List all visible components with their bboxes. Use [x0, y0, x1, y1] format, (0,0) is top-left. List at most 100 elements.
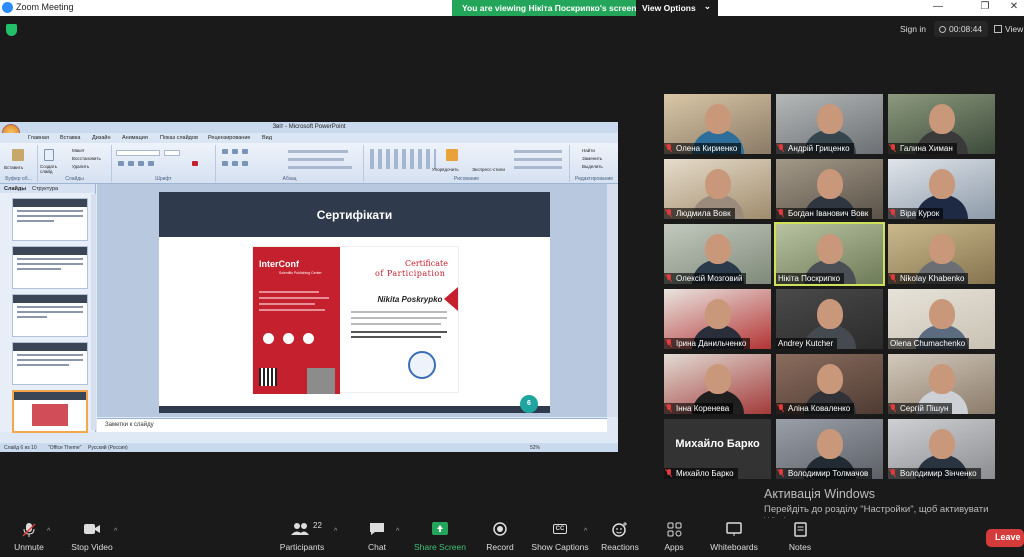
- notes-label: Notes: [788, 542, 812, 552]
- shape-effects-line[interactable]: [514, 166, 562, 169]
- numbering-icon[interactable]: [232, 149, 238, 154]
- cert-text-line: [351, 323, 441, 325]
- ribbon-group-font: Шрифт: [112, 145, 216, 182]
- participant-tile[interactable]: Ірина Данильченко: [664, 289, 771, 349]
- participant-tile[interactable]: Andrey Kutcher: [776, 289, 883, 349]
- slide-thumbnail-selected[interactable]: [12, 390, 88, 433]
- slides-pane-scrollbar[interactable]: [91, 194, 96, 430]
- participant-tile[interactable]: Андрій Гриценко: [776, 94, 883, 154]
- participant-tile[interactable]: Інна Коренева: [664, 354, 771, 414]
- reset-button[interactable]: Восстановить: [72, 156, 101, 161]
- participant-nameplate: Олексій Мозговий: [664, 273, 747, 284]
- italic-icon[interactable]: [128, 161, 134, 166]
- shape-fill-line[interactable]: [514, 150, 562, 153]
- participant-tile[interactable]: Олексій Мозговий: [664, 224, 771, 284]
- slide-vertical-scrollbar[interactable]: [607, 184, 618, 417]
- tab-home[interactable]: Главная: [28, 135, 49, 141]
- apps-button[interactable]: Apps: [660, 522, 688, 552]
- delete-slide-button[interactable]: Удалить: [72, 164, 89, 169]
- indent-icon[interactable]: [242, 149, 248, 154]
- find-button[interactable]: Найти: [582, 148, 595, 153]
- font-size-select[interactable]: [164, 150, 180, 156]
- tab-slides[interactable]: Слайды: [4, 186, 26, 192]
- view-options-button[interactable]: View Options ⌄: [636, 0, 718, 16]
- show-captions-button[interactable]: CC Show Captions: [530, 522, 590, 552]
- quick-styles-button[interactable]: Экспресс-стили: [472, 167, 505, 172]
- tab-design[interactable]: Дизайн: [92, 135, 111, 141]
- tab-view[interactable]: Вид: [262, 135, 272, 141]
- maximize-button[interactable]: ❐: [977, 1, 993, 12]
- tab-insert[interactable]: Вставка: [60, 135, 80, 141]
- stop-video-button[interactable]: Stop Video: [70, 522, 114, 552]
- font-family-select[interactable]: [116, 150, 160, 156]
- participants-button[interactable]: 22 Participants: [278, 521, 326, 552]
- minimize-button[interactable]: —: [930, 1, 946, 12]
- record-button[interactable]: Record: [484, 522, 516, 552]
- align-left-icon[interactable]: [222, 161, 228, 166]
- status-zoom: 52%: [530, 445, 541, 451]
- participant-tile[interactable]: Володимир Зінченко: [888, 419, 995, 479]
- arrange-icon[interactable]: [446, 149, 458, 161]
- slide-thumbnail[interactable]: [12, 198, 88, 241]
- shapes-gallery[interactable]: [370, 149, 436, 169]
- chat-button[interactable]: Chat: [364, 522, 390, 552]
- participant-tile[interactable]: Сергій Пішун: [888, 354, 995, 414]
- captions-options-caret[interactable]: ^: [584, 528, 587, 535]
- leave-button[interactable]: Leave: [986, 529, 1024, 547]
- audio-options-caret[interactable]: ^: [47, 528, 50, 535]
- slide-thumbnail[interactable]: [12, 246, 88, 289]
- create-slide-button[interactable]: Создать слайд: [40, 164, 66, 174]
- paste-button[interactable]: Вставить: [4, 165, 23, 170]
- select-button[interactable]: Выделить: [582, 164, 603, 169]
- paste-icon[interactable]: [12, 149, 24, 161]
- video-options-caret[interactable]: ^: [114, 528, 117, 535]
- participant-name: Володимир Зінченко: [900, 469, 977, 478]
- participant-name: Людмила Вовк: [676, 209, 731, 218]
- slide-thumbnail[interactable]: [12, 342, 88, 385]
- participant-tile[interactable]: Богдан Іванович Вовк: [776, 159, 883, 219]
- tab-review[interactable]: Рецензирование: [208, 135, 250, 141]
- close-button[interactable]: ✕: [1006, 1, 1022, 12]
- notes-button[interactable]: Notes: [786, 522, 814, 552]
- tab-outline[interactable]: Структура: [32, 186, 58, 192]
- font-color-icon[interactable]: [192, 161, 198, 166]
- whiteboards-button[interactable]: Whiteboards: [708, 522, 760, 552]
- participant-tile[interactable]: Володимир Толмачов: [776, 419, 883, 479]
- encryption-shield-icon[interactable]: [6, 24, 17, 36]
- participant-name: Олена Кириенко: [676, 144, 738, 153]
- align-center-icon[interactable]: [232, 161, 238, 166]
- chat-options-caret[interactable]: ^: [396, 528, 399, 535]
- participant-tile[interactable]: Людмила Вовк: [664, 159, 771, 219]
- replace-button[interactable]: Заменить: [582, 156, 602, 161]
- sign-in-button[interactable]: Sign in: [900, 24, 926, 34]
- shape-outline-line[interactable]: [514, 158, 562, 161]
- layout-button[interactable]: Макет: [72, 148, 85, 153]
- arrange-button[interactable]: Упорядочить: [432, 167, 459, 172]
- notes-pane[interactable]: Заметки к слайду: [97, 418, 607, 432]
- participant-tile[interactable]: Олена Кириенко: [664, 94, 771, 154]
- participant-tile[interactable]: Віра Курок: [888, 159, 995, 219]
- share-screen-button[interactable]: Share Screen: [414, 522, 466, 552]
- view-layout-label: View: [1005, 24, 1024, 34]
- participant-tile[interactable]: Olena Chumachenko: [888, 289, 995, 349]
- participant-tile[interactable]: Михайло Барко Михайло Барко: [664, 419, 771, 479]
- participant-tile[interactable]: Галина Химан: [888, 94, 995, 154]
- bullets-icon[interactable]: [222, 149, 228, 154]
- view-layout-button[interactable]: View: [994, 24, 1023, 34]
- captions-icon-text: CC: [552, 524, 568, 534]
- tab-animation[interactable]: Анимация: [122, 135, 148, 141]
- participant-tile[interactable]: Нікіта Поскрипко: [774, 222, 885, 286]
- new-slide-icon[interactable]: [44, 149, 54, 161]
- reactions-button[interactable]: Reactions: [600, 522, 640, 552]
- unmute-button[interactable]: Unmute: [12, 522, 46, 552]
- bold-icon[interactable]: [118, 161, 124, 166]
- participant-tile[interactable]: Аліна Коваленко: [776, 354, 883, 414]
- slide-thumbnail[interactable]: [12, 294, 88, 337]
- participants-options-caret[interactable]: ^: [334, 528, 337, 535]
- strikethrough-icon[interactable]: [148, 161, 154, 166]
- person-head: [929, 429, 955, 459]
- align-right-icon[interactable]: [242, 161, 248, 166]
- tab-slideshow[interactable]: Показ слайдов: [160, 135, 198, 141]
- participant-tile[interactable]: Nikolay Khabenko: [888, 224, 995, 284]
- underline-icon[interactable]: [138, 161, 144, 166]
